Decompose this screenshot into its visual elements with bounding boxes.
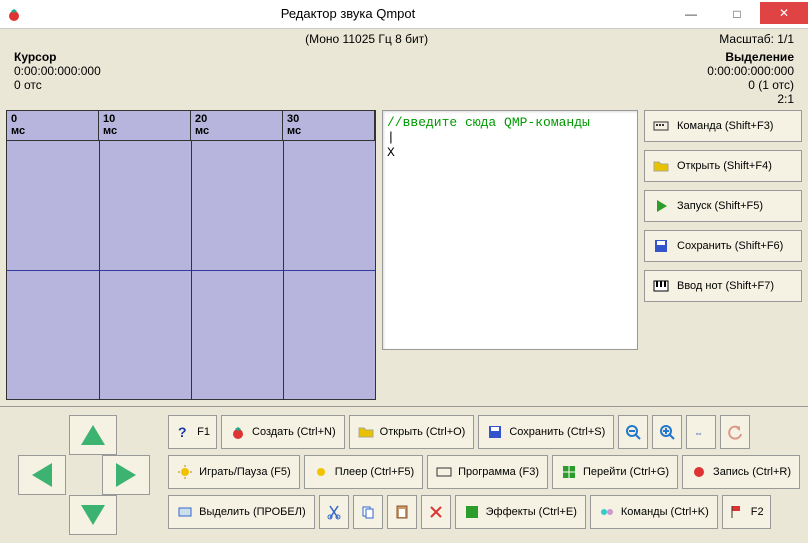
selection-time: 0:00:00:000:000: [707, 64, 794, 78]
note-input-button[interactable]: Ввод нот (Shift+F7): [644, 270, 802, 302]
select-icon: [177, 504, 193, 520]
help-button[interactable]: ?F1: [168, 415, 217, 449]
zoom-out-icon: [625, 424, 641, 440]
folder-icon: [358, 424, 374, 440]
save-script-label: Сохранить (Shift+F6): [677, 240, 783, 252]
cmd-icon: [599, 504, 615, 520]
selection-ratio: 2:1: [777, 92, 794, 106]
delete-button[interactable]: [421, 495, 451, 529]
dpad: [8, 415, 160, 535]
new-button[interactable]: Создать (Ctrl+N): [221, 415, 345, 449]
zoom-in-button[interactable]: [652, 415, 682, 449]
dpad-right[interactable]: [102, 455, 150, 495]
ruler-cell: 0мс: [7, 111, 99, 140]
cut-icon: [326, 504, 342, 520]
selection-samples: 0 (1 отс): [748, 78, 794, 92]
side-buttons: Команда (Shift+F3) Открыть (Shift+F4) За…: [644, 110, 802, 400]
minimize-button[interactable]: —: [668, 2, 714, 26]
play-icon: [653, 198, 669, 214]
selection-status: Выделение 0:00:00:000:000 0 (1 отс) 2:1: [707, 50, 794, 106]
open-script-button[interactable]: Открыть (Shift+F4): [644, 150, 802, 182]
cursor-status: Курсор 0:00:00:000:000 0 отс: [14, 50, 101, 106]
copy-icon: [360, 504, 376, 520]
status-row: Курсор 0:00:00:000:000 0 отс Выделение 0…: [0, 50, 808, 110]
play-pause-button[interactable]: Играть/Пауза (F5): [168, 455, 300, 489]
qmp-code-editor[interactable]: //введите сюда QMP-команды | X: [382, 110, 638, 350]
delete-icon: [428, 504, 444, 520]
paste-icon: [394, 504, 410, 520]
keyboard-icon: [436, 464, 452, 480]
select-button[interactable]: Выделить (ПРОБЕЛ): [168, 495, 314, 529]
app-icon: [6, 6, 22, 22]
svg-text:?: ?: [178, 424, 187, 440]
piano-icon: [653, 278, 669, 294]
cut-button[interactable]: [319, 495, 349, 529]
zoom-out-button[interactable]: [618, 415, 648, 449]
ruler-cell: 20мс: [191, 111, 283, 140]
time-ruler: 0мс 10мс 20мс 30мс: [7, 111, 375, 141]
dpad-up[interactable]: [69, 415, 117, 455]
cursor-samples: 0 отс: [14, 78, 101, 92]
folder-icon: [653, 158, 669, 174]
f2-button[interactable]: F2: [722, 495, 771, 529]
zoom-fit-button[interactable]: ⇔: [686, 415, 716, 449]
goto-button[interactable]: Перейти (Ctrl+G): [552, 455, 678, 489]
help-icon: ?: [175, 424, 191, 440]
selection-label: Выделение: [725, 50, 794, 64]
effects-button[interactable]: Эффекты (Ctrl+E): [455, 495, 586, 529]
note-input-label: Ввод нот (Shift+F7): [677, 280, 774, 292]
dpad-down[interactable]: [69, 495, 117, 535]
save-icon: [653, 238, 669, 254]
open-button[interactable]: Открыть (Ctrl+O): [349, 415, 475, 449]
paste-button[interactable]: [387, 495, 417, 529]
commands-button[interactable]: Команды (Ctrl+K): [590, 495, 718, 529]
scale-label: Масштаб: 1/1: [719, 32, 794, 46]
bottom-panel: ?F1 Создать (Ctrl+N) Открыть (Ctrl+O) Со…: [0, 406, 808, 543]
sun-icon: [313, 464, 329, 480]
command-button[interactable]: Команда (Shift+F3): [644, 110, 802, 142]
toolbar-rows: ?F1 Создать (Ctrl+N) Открыть (Ctrl+O) Со…: [168, 415, 800, 535]
save-button[interactable]: Сохранить (Ctrl+S): [478, 415, 614, 449]
record-button[interactable]: Запись (Ctrl+R): [682, 455, 800, 489]
save-script-button[interactable]: Сохранить (Shift+F6): [644, 230, 802, 262]
svg-text:⇔: ⇔: [694, 428, 703, 438]
copy-button[interactable]: [353, 495, 383, 529]
zoom-in-icon: [659, 424, 675, 440]
audio-format-label: (Моно 11025 Гц 8 бит): [14, 32, 719, 46]
undo-button[interactable]: [720, 415, 750, 449]
flag-icon: [729, 504, 745, 520]
center-panel: //введите сюда QMP-команды | X Команда (…: [382, 110, 802, 400]
window-title: Редактор звука Qmpot: [28, 6, 668, 21]
waveform-track[interactable]: [7, 141, 375, 399]
open-script-label: Открыть (Shift+F4): [677, 160, 772, 172]
run-button[interactable]: Запуск (Shift+F5): [644, 190, 802, 222]
zoom-fit-icon: ⇔: [693, 424, 709, 440]
run-button-label: Запуск (Shift+F5): [677, 200, 763, 212]
ruler-cell: 30мс: [283, 111, 375, 140]
undo-icon: [727, 424, 743, 440]
fx-icon: [464, 504, 480, 520]
close-button[interactable]: ✕: [760, 2, 808, 24]
titlebar: Редактор звука Qmpot — □ ✕: [0, 0, 808, 29]
main-area: 0мс 10мс 20мс 30мс //введите сюда QMP-ко…: [0, 110, 808, 406]
cursor-label: Курсор: [14, 50, 101, 64]
waveform-panel[interactable]: 0мс 10мс 20мс 30мс: [6, 110, 376, 400]
program-button[interactable]: Программа (F3): [427, 455, 548, 489]
save-icon: [487, 424, 503, 440]
dpad-left[interactable]: [18, 455, 66, 495]
keyboard-icon: [653, 118, 669, 134]
ruler-cell: 10мс: [99, 111, 191, 140]
record-icon: [691, 464, 707, 480]
cursor-time: 0:00:00:000:000: [14, 64, 101, 78]
command-button-label: Команда (Shift+F3): [677, 120, 773, 132]
grid-icon: [561, 464, 577, 480]
sun-icon: [177, 464, 193, 480]
player-button[interactable]: Плеер (Ctrl+F5): [304, 455, 423, 489]
info-row: (Моно 11025 Гц 8 бит) Масштаб: 1/1: [0, 29, 808, 50]
maximize-button[interactable]: □: [714, 2, 760, 26]
tomato-icon: [230, 424, 246, 440]
